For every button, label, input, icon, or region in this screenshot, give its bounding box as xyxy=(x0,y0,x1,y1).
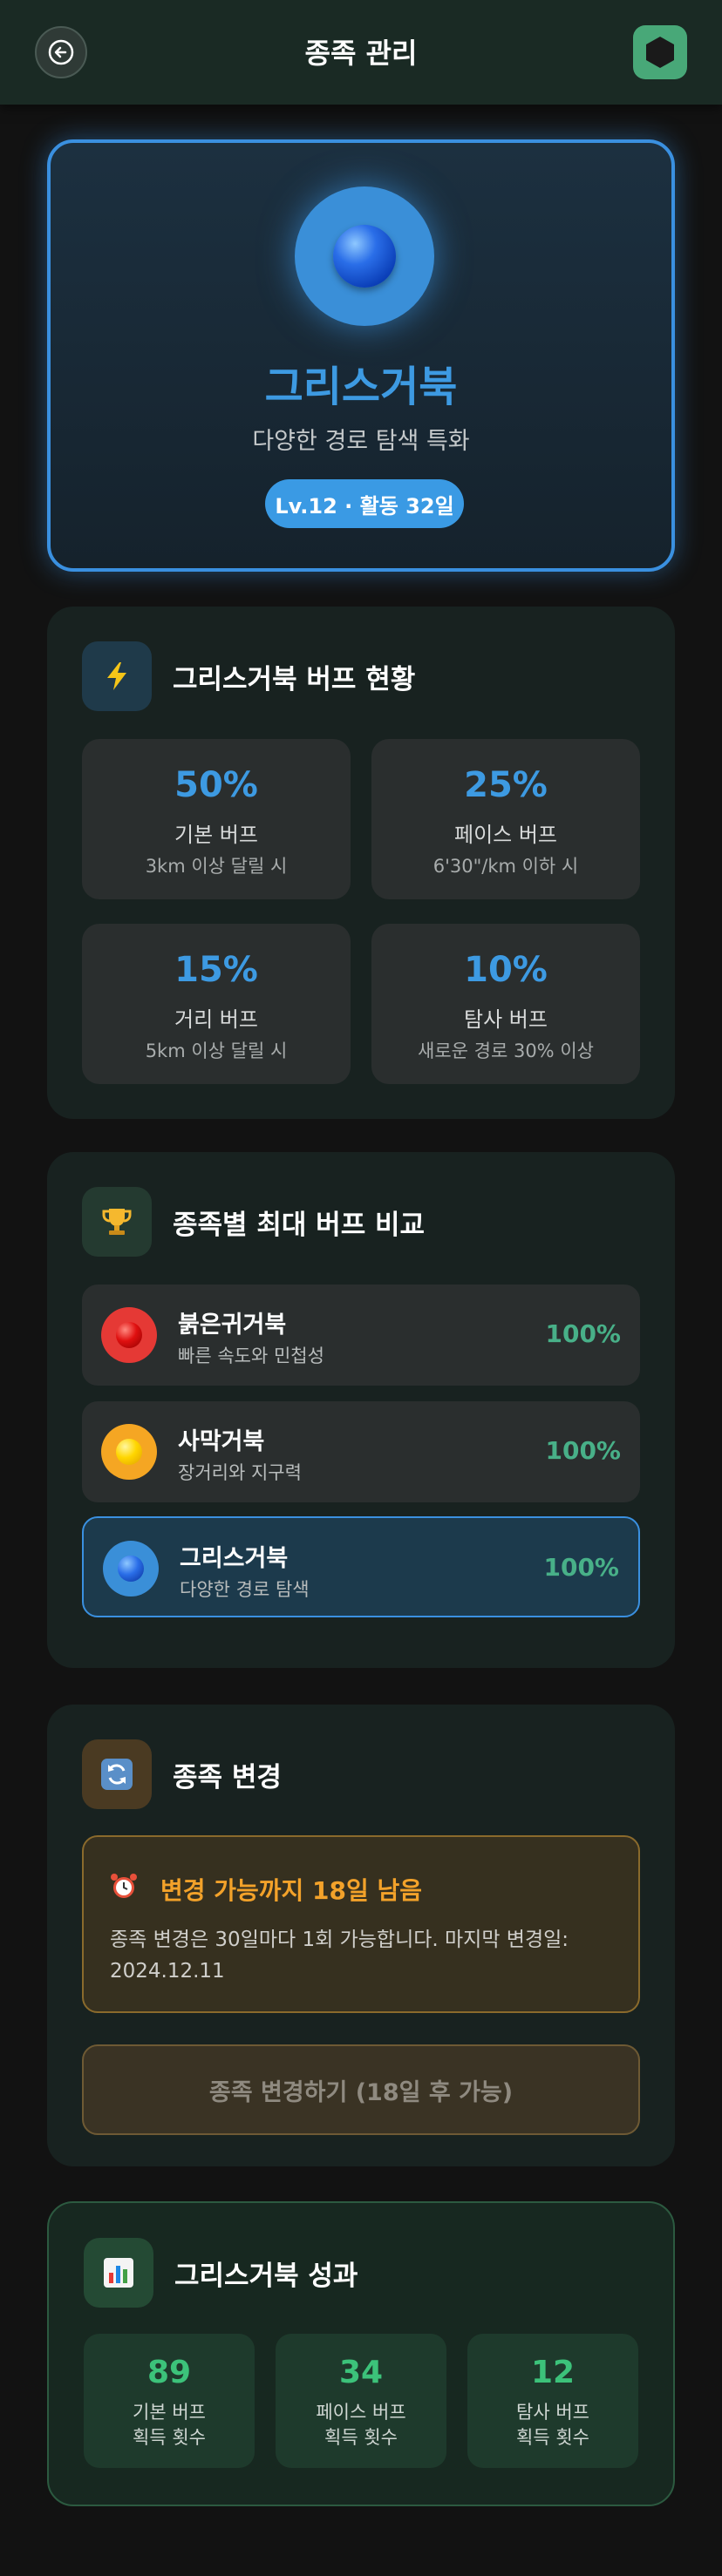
species-stats-card: 그리스거북 성과 89 기본 버프 획득 횟수 34 페이스 버프 획득 횟수 … xyxy=(47,2201,675,2506)
lightning-icon xyxy=(82,641,152,711)
stat-value: 12 xyxy=(530,2355,576,2390)
species-profile-card: 그리스거북 다양한 경로 탐색 특화 Lv.12 · 활동 32일 xyxy=(47,139,675,572)
stat-explore-buff: 12 탐사 버프 획득 횟수 xyxy=(467,2334,638,2468)
buff-condition: 3km 이상 달릴 시 xyxy=(145,856,288,877)
page-title: 종족 관리 xyxy=(304,37,418,70)
change-title: 종족 변경 xyxy=(173,1762,282,1793)
compare-max-buff: 100% xyxy=(545,1436,621,1465)
compare-species-name: 그리스거북 xyxy=(180,1545,289,1572)
bar-chart-icon xyxy=(84,2238,153,2308)
stat-value: 34 xyxy=(338,2355,384,2390)
red-orb-icon xyxy=(101,1307,157,1363)
level-badge: Lv.12 · 활동 32일 xyxy=(265,479,464,528)
buff-percent: 50% xyxy=(174,765,258,805)
stat-label: 기본 버프 획득 횟수 xyxy=(133,2402,206,2448)
compare-max-buff: 100% xyxy=(545,1319,621,1348)
compare-species-name: 사막거북 xyxy=(178,1428,265,1455)
compare-species-name: 붉은귀거북 xyxy=(178,1312,287,1339)
trophy-icon xyxy=(82,1187,152,1257)
blue-orb-icon xyxy=(333,225,396,288)
compare-species-desc: 빠른 속도와 민첩성 xyxy=(178,1346,324,1366)
buff-percent: 10% xyxy=(464,950,548,990)
buff-item-pace: 25% 페이스 버프 6'30"/km 이하 시 xyxy=(371,739,640,899)
app-header: 종족 관리 xyxy=(0,0,722,105)
species-change-card: 종족 변경 변경 가능까지 18일 남음 종족 변경은 30일마다 1회 가능합… xyxy=(47,1705,675,2166)
compare-species-desc: 장거리와 지구력 xyxy=(178,1462,302,1483)
buff-condition: 새로운 경로 30% 이상 xyxy=(418,1041,594,1061)
buff-name: 탐사 버프 xyxy=(464,1007,548,1032)
compare-species-desc: 다양한 경로 탐색 xyxy=(180,1579,310,1600)
buff-name: 페이스 버프 xyxy=(453,823,558,847)
buff-condition: 6'30"/km 이하 시 xyxy=(433,856,579,877)
species-avatar xyxy=(295,186,434,326)
buff-name: 거리 버프 xyxy=(174,1007,258,1032)
species-name: 그리스거북 xyxy=(264,363,458,411)
stats-title: 그리스거북 성과 xyxy=(174,2261,358,2292)
stat-value: 89 xyxy=(146,2355,192,2390)
species-description: 다양한 경로 탐색 특화 xyxy=(252,428,470,455)
compare-row-desert[interactable]: 사막거북 장거리와 지구력 100% xyxy=(82,1401,640,1502)
buff-name: 기본 버프 xyxy=(174,823,258,847)
change-species-button[interactable]: 종족 변경하기 (18일 후 가능) xyxy=(82,2044,640,2135)
compare-row-red-eared[interactable]: 붉은귀거북 빠른 속도와 민첩성 100% xyxy=(82,1285,640,1386)
blue-orb-icon xyxy=(103,1541,159,1596)
stat-base-buff: 89 기본 버프 획득 횟수 xyxy=(84,2334,255,2468)
cooldown-title: 변경 가능까지 18일 남음 xyxy=(160,1876,423,1905)
buff-status-card: 그리스거북 버프 현황 50% 기본 버프 3km 이상 달릴 시 25% 페이… xyxy=(47,607,675,1119)
buff-percent: 15% xyxy=(174,950,258,990)
buff-item-explore: 10% 탐사 버프 새로운 경로 30% 이상 xyxy=(371,924,640,1084)
cooldown-text: 종족 변경은 30일마다 1회 가능합니다. 마지막 변경일: 2024.12.… xyxy=(110,1929,569,1983)
buff-item-distance: 15% 거리 버프 5km 이상 달릴 시 xyxy=(82,924,351,1084)
alarm-clock-icon xyxy=(108,1870,140,1908)
buff-percent: 25% xyxy=(464,765,548,805)
stat-label: 페이스 버프 획득 횟수 xyxy=(316,2402,406,2448)
species-compare-card: 종족별 최대 버프 비교 붉은귀거북 빠른 속도와 민첩성 100% 사막거북 … xyxy=(47,1152,675,1668)
stat-pace-buff: 34 페이스 버프 획득 횟수 xyxy=(276,2334,446,2468)
hexagon-icon xyxy=(646,37,674,68)
buff-status-title: 그리스거북 버프 현황 xyxy=(173,664,416,695)
menu-button[interactable] xyxy=(633,25,687,79)
change-cooldown-notice: 변경 가능까지 18일 남음 종족 변경은 30일마다 1회 가능합니다. 마지… xyxy=(82,1835,640,2013)
refresh-icon xyxy=(82,1739,152,1809)
yellow-orb-icon xyxy=(101,1424,157,1480)
compare-max-buff: 100% xyxy=(543,1553,619,1582)
compare-row-greek[interactable]: 그리스거북 다양한 경로 탐색 100% xyxy=(82,1516,640,1617)
stat-label: 탐사 버프 획득 횟수 xyxy=(516,2402,589,2448)
buff-condition: 5km 이상 달릴 시 xyxy=(145,1041,288,1061)
compare-title: 종족별 최대 버프 비교 xyxy=(173,1210,426,1241)
buff-item-base: 50% 기본 버프 3km 이상 달릴 시 xyxy=(82,739,351,899)
